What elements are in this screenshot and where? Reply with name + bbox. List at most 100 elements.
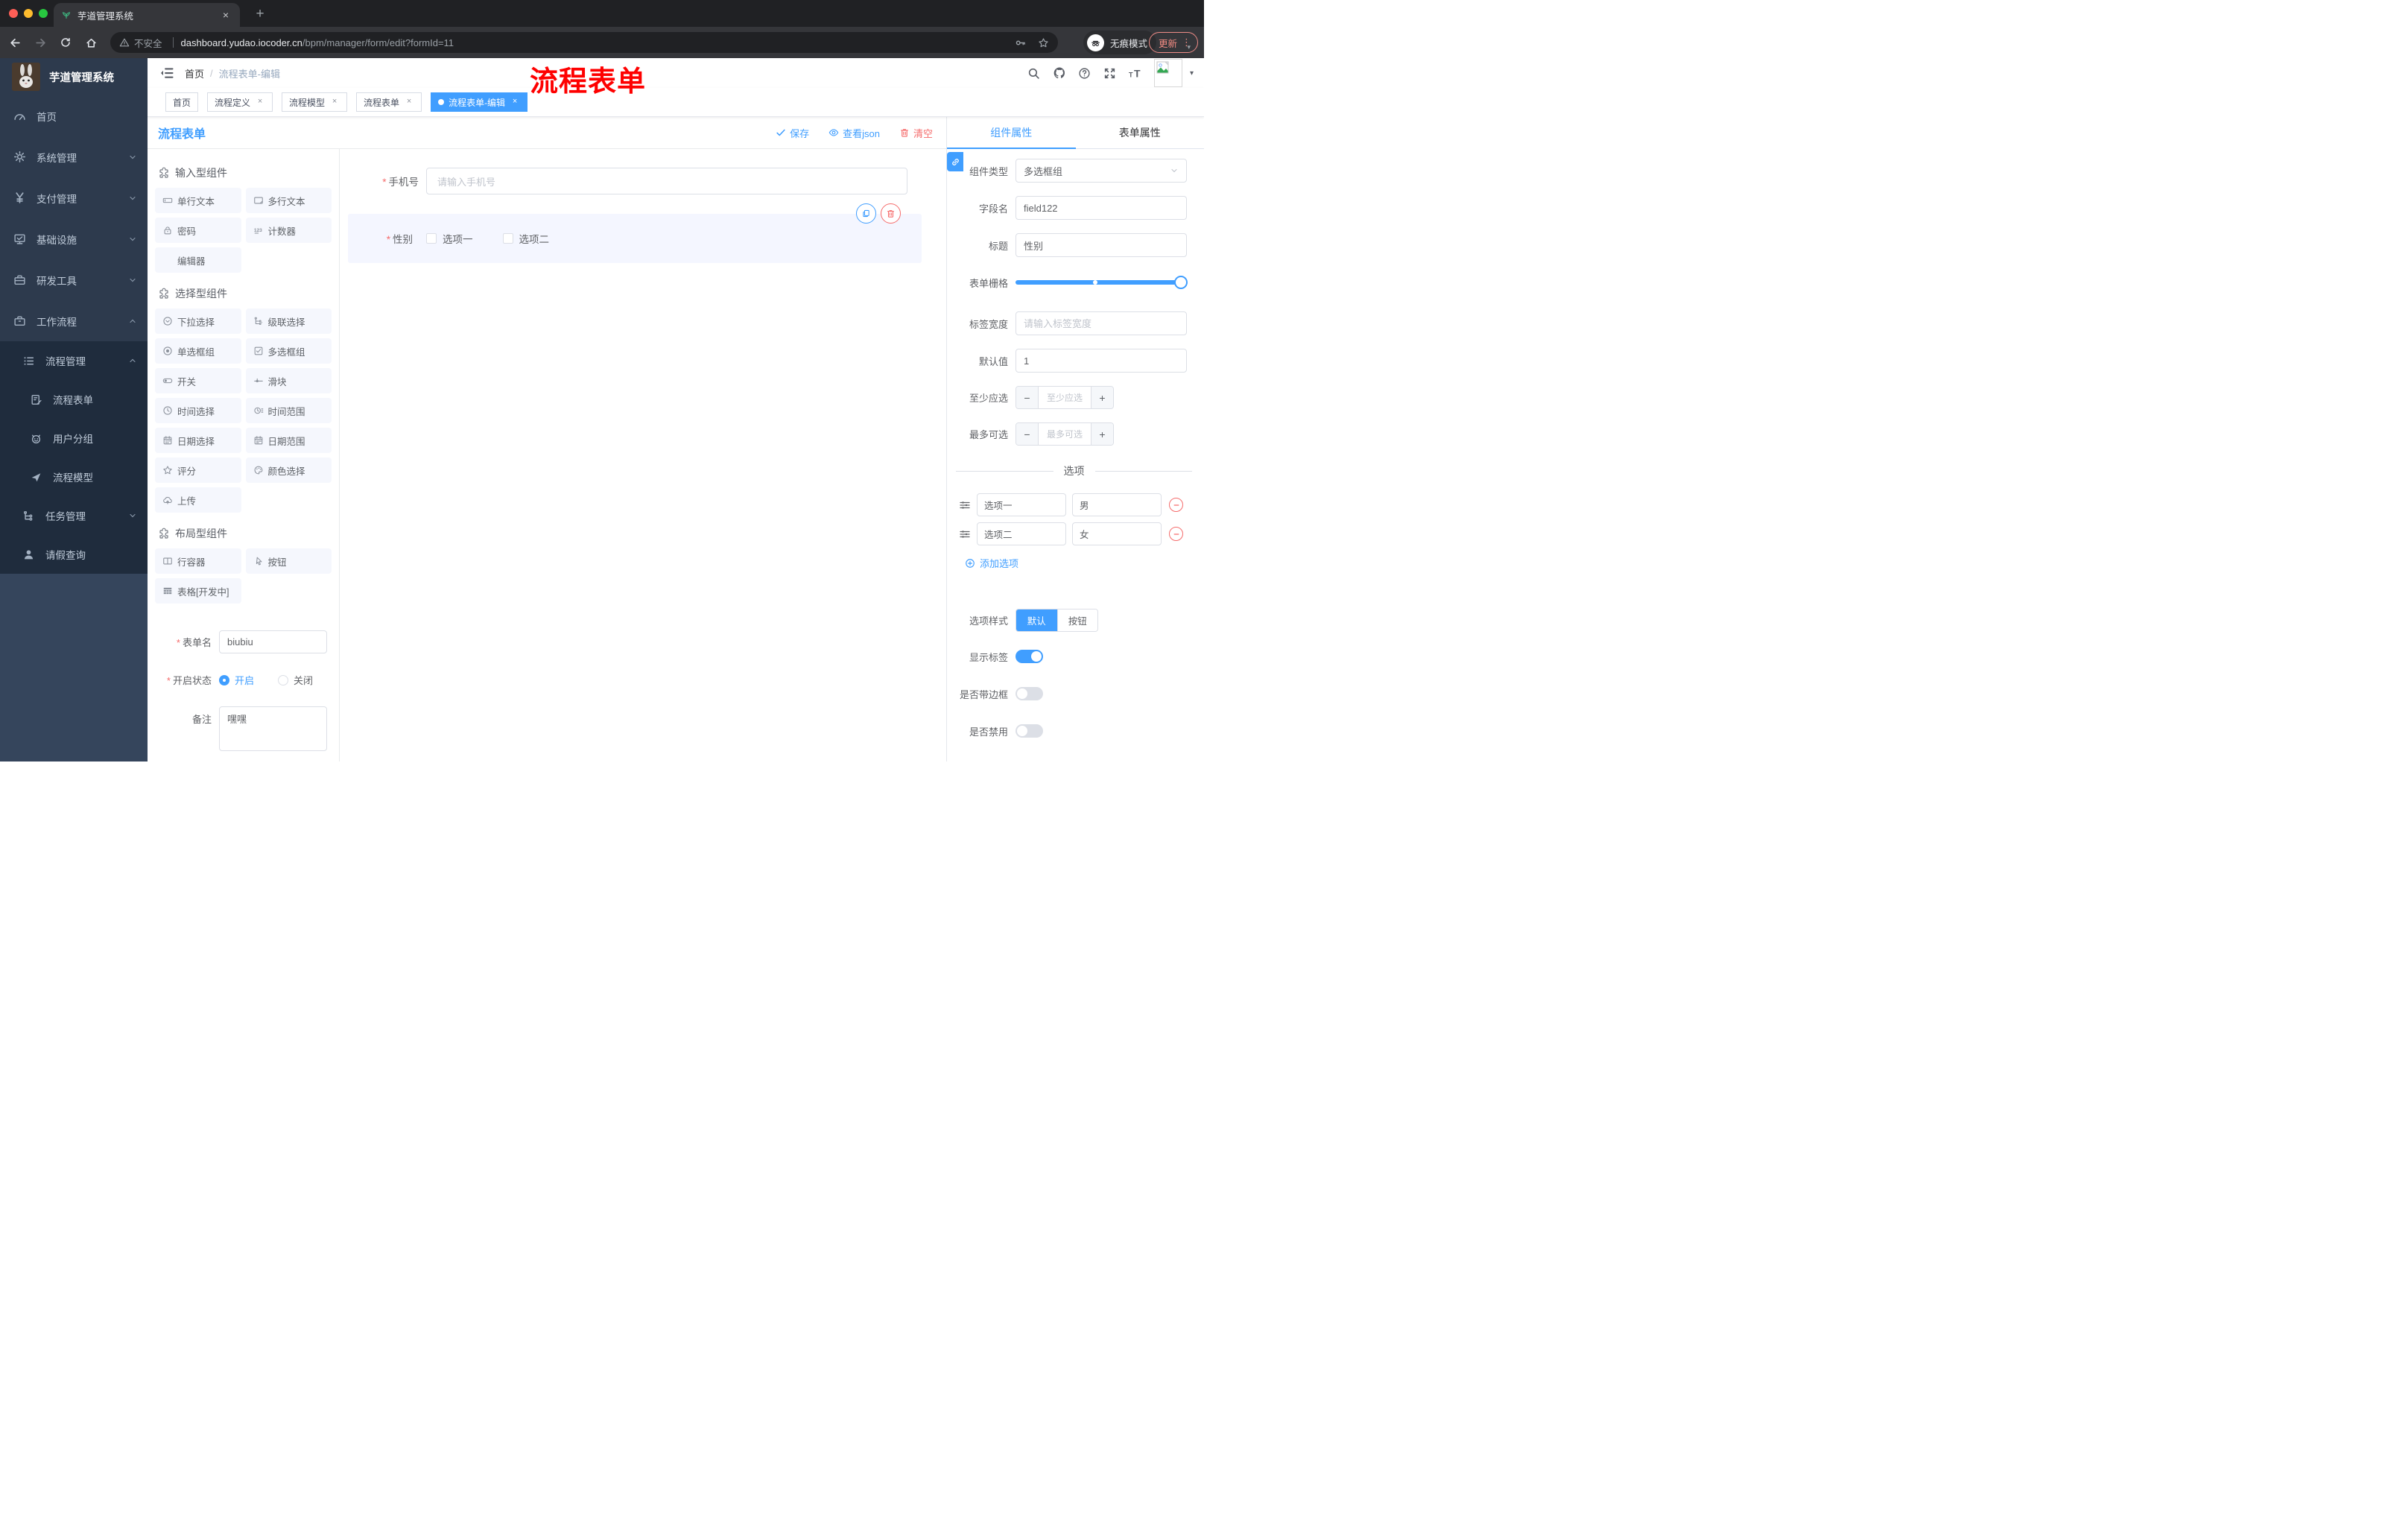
palette-item-table[interactable]: 表格[开发中]: [155, 578, 241, 604]
search-button[interactable]: [1027, 66, 1041, 80]
sidebar-item-payment[interactable]: 支付管理: [0, 177, 148, 218]
form-name-input[interactable]: [219, 630, 327, 653]
canvas-field-gender-selected[interactable]: * 性别 选项一 选项二: [348, 203, 922, 263]
font-size-button[interactable]: TT: [1129, 66, 1142, 80]
browser-tab[interactable]: 芋道管理系统 ×: [54, 3, 240, 27]
sidebar-item-devtools[interactable]: 研发工具: [0, 259, 148, 300]
browser-update-button[interactable]: 更新 ⋮: [1148, 32, 1198, 53]
sidebar-item-process-form[interactable]: 流程表单: [0, 380, 148, 419]
checkbox-icon[interactable]: [426, 233, 437, 244]
address-bar[interactable]: 不安全 dashboard.yudao.iocoder.cn/bpm/manag…: [110, 32, 1058, 53]
duplicate-widget-button[interactable]: [856, 203, 876, 224]
option-label-input[interactable]: [977, 493, 1066, 516]
palette-item-counter[interactable]: 123 计数器: [245, 218, 332, 243]
palette-item-time-picker[interactable]: 时间选择: [155, 398, 241, 423]
sidebar-item-process-mgmt[interactable]: 流程管理: [0, 341, 148, 380]
avatar-caret-icon[interactable]: ▾: [1190, 69, 1194, 77]
title-input[interactable]: [1016, 233, 1187, 257]
palette-item-rate[interactable]: 评分: [155, 457, 241, 483]
clear-button[interactable]: 清空: [899, 126, 933, 140]
back-button[interactable]: [4, 32, 25, 53]
stepper-increase-button[interactable]: +: [1091, 423, 1113, 445]
min-select-placeholder[interactable]: 至少应选: [1039, 387, 1091, 408]
view-json-button[interactable]: 查看json: [828, 126, 880, 140]
show-label-toggle[interactable]: [1016, 650, 1043, 663]
palette-item-password[interactable]: 密码: [155, 218, 241, 243]
style-button-button[interactable]: 按钮: [1056, 609, 1097, 631]
slider-handle[interactable]: [1174, 276, 1188, 289]
max-select-placeholder[interactable]: 最多可选: [1039, 423, 1091, 445]
palette-item-select[interactable]: 下拉选择: [155, 308, 241, 334]
sidebar-item-user-group[interactable]: 用户分组: [0, 419, 148, 457]
palette-item-checkbox-group[interactable]: 多选框组: [245, 338, 332, 364]
reload-button[interactable]: [55, 32, 76, 53]
chrome-caret-icon[interactable]: ▾: [1187, 43, 1191, 51]
grid-span-slider[interactable]: [1016, 276, 1188, 289]
link-tab-button[interactable]: [947, 152, 963, 171]
tag-process-model[interactable]: 流程模型 ×: [282, 92, 348, 112]
default-value-input[interactable]: [1016, 349, 1187, 373]
stepper-decrease-button[interactable]: −: [1016, 423, 1039, 445]
disabled-toggle[interactable]: [1016, 724, 1043, 738]
tag-process-form[interactable]: 流程表单 ×: [356, 92, 422, 112]
save-button[interactable]: 保存: [776, 126, 809, 140]
remove-option-button[interactable]: [1169, 498, 1183, 512]
sidebar-item-leave-query[interactable]: 请假查询: [0, 535, 148, 574]
tab-form-props[interactable]: 表单属性: [1076, 117, 1205, 148]
github-button[interactable]: [1053, 66, 1066, 80]
palette-item-color-picker[interactable]: 颜色选择: [245, 457, 332, 483]
tab-close-icon[interactable]: ×: [219, 8, 232, 22]
checkbox-icon[interactable]: [502, 233, 513, 244]
sidebar-item-workflow[interactable]: 工作流程: [0, 300, 148, 341]
tag-home[interactable]: 首页: [165, 92, 199, 112]
stepper-decrease-button[interactable]: −: [1016, 387, 1039, 408]
component-type-select[interactable]: 多选框组: [1016, 159, 1187, 183]
palette-item-textarea[interactable]: 多行文本: [245, 188, 332, 213]
palette-item-cascader[interactable]: 级联选择: [245, 308, 332, 334]
status-on-radio[interactable]: 开启: [219, 673, 254, 687]
fullscreen-button[interactable]: [1103, 66, 1117, 80]
tab-component-props[interactable]: 组件属性: [947, 117, 1076, 149]
gender-option2-checkbox[interactable]: 选项二: [497, 231, 549, 246]
option-label-input[interactable]: [977, 522, 1066, 545]
remove-option-button[interactable]: [1169, 527, 1183, 541]
field-name-input[interactable]: [1016, 196, 1187, 220]
sidebar-item-task-mgmt[interactable]: 任务管理: [0, 496, 148, 535]
palette-item-text-input[interactable]: 单行文本: [155, 188, 241, 213]
phone-input[interactable]: 请输入手机号: [426, 168, 907, 194]
palette-item-switch[interactable]: 开关: [155, 368, 241, 393]
delete-widget-button[interactable]: [881, 203, 901, 224]
avatar[interactable]: [1153, 59, 1182, 87]
breadcrumb-home[interactable]: 首页: [185, 66, 204, 80]
help-button[interactable]: [1078, 66, 1091, 80]
new-tab-button[interactable]: +: [250, 4, 270, 24]
palette-item-slider[interactable]: 滑块: [245, 368, 332, 393]
drag-handle-icon[interactable]: [959, 528, 971, 540]
password-key-icon[interactable]: [1015, 37, 1026, 48]
maximize-window-button[interactable]: [39, 9, 48, 18]
status-off-radio[interactable]: 关闭: [278, 673, 313, 687]
sidebar-collapse-icon[interactable]: [159, 66, 174, 80]
option-value-input[interactable]: [1072, 493, 1162, 516]
form-remark-textarea[interactable]: 嘿嘿: [219, 706, 327, 751]
tag-process-definition[interactable]: 流程定义 ×: [207, 92, 273, 112]
minimize-window-button[interactable]: [24, 9, 33, 18]
palette-item-row-container[interactable]: 行容器: [155, 548, 241, 574]
canvas-field-phone[interactable]: * 手机号 请输入手机号: [340, 168, 946, 194]
style-default-button[interactable]: 默认: [1016, 609, 1057, 631]
palette-item-editor[interactable]: 编辑器: [155, 247, 241, 273]
tag-process-form-edit[interactable]: 流程表单-编辑 ×: [431, 92, 528, 112]
sidebar-item-system[interactable]: 系统管理: [0, 136, 148, 177]
forward-button[interactable]: [30, 32, 51, 53]
palette-item-date-picker[interactable]: 日期选择: [155, 428, 241, 453]
with-border-toggle[interactable]: [1016, 687, 1043, 700]
tag-close-icon[interactable]: ×: [329, 97, 340, 107]
palette-item-upload[interactable]: 上传: [155, 487, 241, 513]
sidebar-item-process-model[interactable]: 流程模型: [0, 457, 148, 496]
add-option-button[interactable]: 添加选项: [965, 556, 1192, 570]
sidebar-item-infrastructure[interactable]: 基础设施: [0, 218, 148, 259]
option-value-input[interactable]: [1072, 522, 1162, 545]
bookmark-star-icon[interactable]: [1038, 37, 1049, 48]
tag-close-icon[interactable]: ×: [404, 97, 414, 107]
palette-item-date-range[interactable]: 日期范围: [245, 428, 332, 453]
